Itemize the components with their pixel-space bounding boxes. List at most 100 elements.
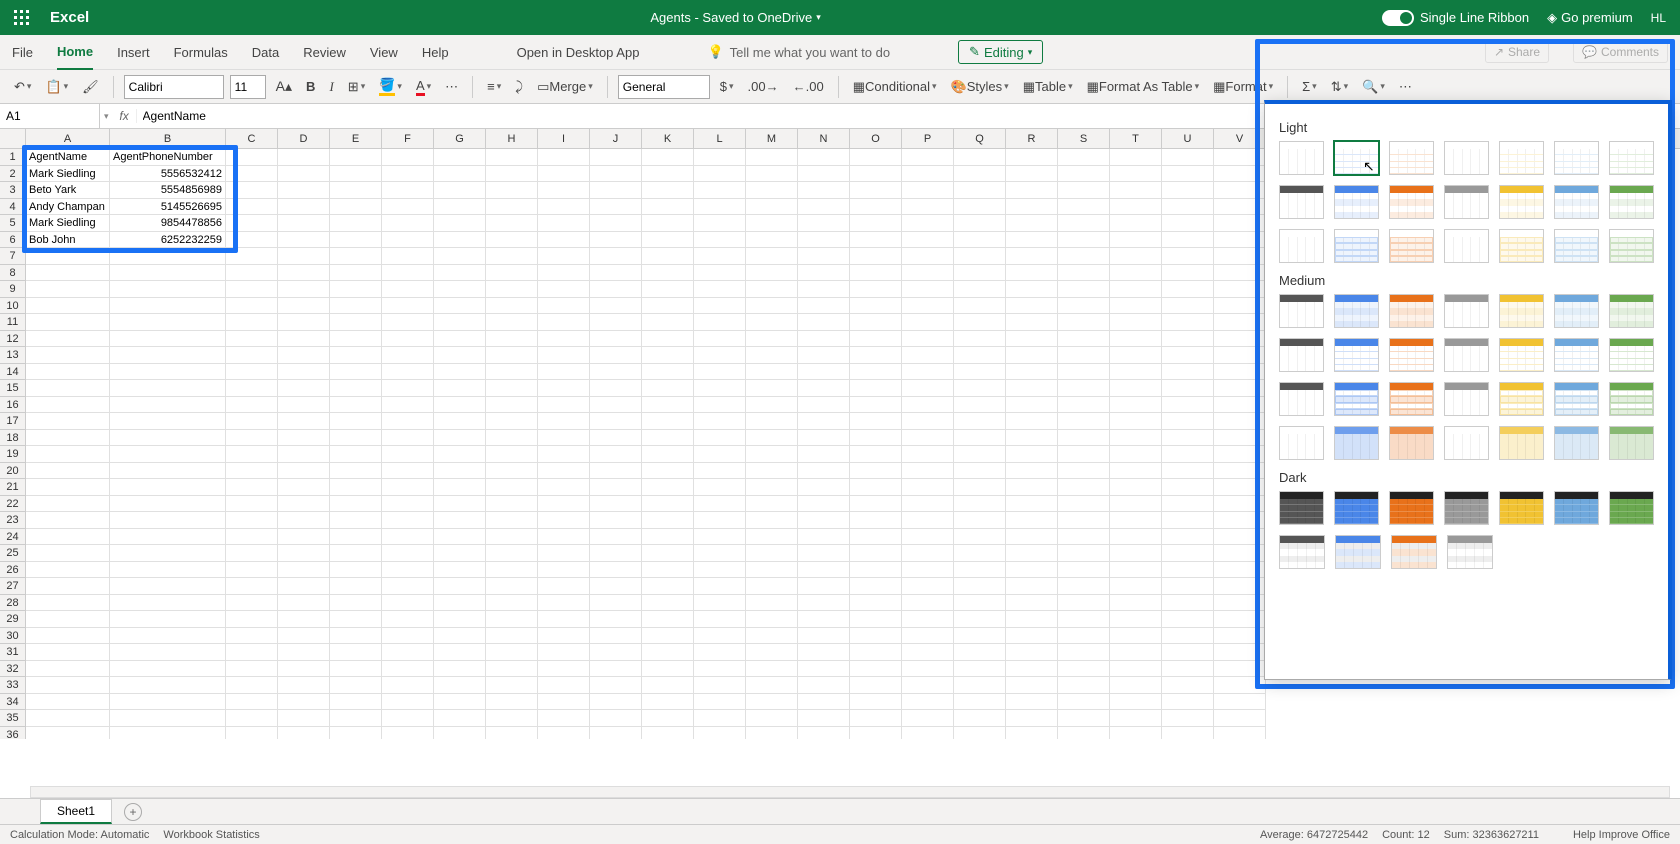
cell-O29[interactable] bbox=[850, 611, 902, 628]
cell-C21[interactable] bbox=[226, 479, 278, 496]
col-header-Q[interactable]: Q bbox=[954, 129, 1006, 148]
cell-C10[interactable] bbox=[226, 298, 278, 315]
table-style-swatch[interactable] bbox=[1609, 338, 1654, 372]
cell-C2[interactable] bbox=[226, 166, 278, 183]
table-style-swatch[interactable] bbox=[1389, 141, 1434, 175]
table-style-swatch[interactable] bbox=[1279, 294, 1324, 328]
cell-N26[interactable] bbox=[798, 562, 850, 579]
cell-J22[interactable] bbox=[590, 496, 642, 513]
cell-A14[interactable] bbox=[26, 364, 110, 381]
cell-V8[interactable] bbox=[1214, 265, 1266, 282]
cell-M6[interactable] bbox=[746, 232, 798, 249]
cell-O8[interactable] bbox=[850, 265, 902, 282]
cell-V4[interactable] bbox=[1214, 199, 1266, 216]
cell-J17[interactable] bbox=[590, 413, 642, 430]
autosum-button[interactable]: Σ▾ bbox=[1298, 74, 1321, 100]
cell-K5[interactable] bbox=[642, 215, 694, 232]
cell-I20[interactable] bbox=[538, 463, 590, 480]
cell-D24[interactable] bbox=[278, 529, 330, 546]
share-button[interactable]: ↗ Share bbox=[1485, 41, 1549, 63]
cell-N16[interactable] bbox=[798, 397, 850, 414]
table-style-swatch[interactable] bbox=[1335, 535, 1381, 569]
cell-R11[interactable] bbox=[1006, 314, 1058, 331]
cell-G4[interactable] bbox=[434, 199, 486, 216]
format-as-table-button[interactable]: ▦ Format As Table▾ bbox=[1083, 74, 1204, 100]
cell-U11[interactable] bbox=[1162, 314, 1214, 331]
row-header-7[interactable]: 7 bbox=[0, 248, 26, 265]
cell-I1[interactable] bbox=[538, 149, 590, 166]
cell-I36[interactable] bbox=[538, 727, 590, 740]
cell-P15[interactable] bbox=[902, 380, 954, 397]
cell-U4[interactable] bbox=[1162, 199, 1214, 216]
cell-L20[interactable] bbox=[694, 463, 746, 480]
cell-K24[interactable] bbox=[642, 529, 694, 546]
row-header-2[interactable]: 2 bbox=[0, 166, 26, 183]
cell-T21[interactable] bbox=[1110, 479, 1162, 496]
cell-I10[interactable] bbox=[538, 298, 590, 315]
row-header-25[interactable]: 25 bbox=[0, 545, 26, 562]
cell-D31[interactable] bbox=[278, 644, 330, 661]
cell-G6[interactable] bbox=[434, 232, 486, 249]
cell-K30[interactable] bbox=[642, 628, 694, 645]
row-header-18[interactable]: 18 bbox=[0, 430, 26, 447]
cell-D32[interactable] bbox=[278, 661, 330, 678]
cell-B11[interactable] bbox=[110, 314, 226, 331]
cell-T36[interactable] bbox=[1110, 727, 1162, 740]
cell-O20[interactable] bbox=[850, 463, 902, 480]
table-style-swatch[interactable] bbox=[1499, 338, 1544, 372]
cell-I6[interactable] bbox=[538, 232, 590, 249]
col-header-T[interactable]: T bbox=[1110, 129, 1162, 148]
cell-J7[interactable] bbox=[590, 248, 642, 265]
cell-O3[interactable] bbox=[850, 182, 902, 199]
cell-P1[interactable] bbox=[902, 149, 954, 166]
cell-L14[interactable] bbox=[694, 364, 746, 381]
open-desktop-button[interactable]: Open in Desktop App bbox=[517, 45, 640, 60]
cell-A10[interactable] bbox=[26, 298, 110, 315]
cell-Q7[interactable] bbox=[954, 248, 1006, 265]
cell-N11[interactable] bbox=[798, 314, 850, 331]
cell-O30[interactable] bbox=[850, 628, 902, 645]
cell-N30[interactable] bbox=[798, 628, 850, 645]
cell-D35[interactable] bbox=[278, 710, 330, 727]
cell-P31[interactable] bbox=[902, 644, 954, 661]
cell-E27[interactable] bbox=[330, 578, 382, 595]
cell-P12[interactable] bbox=[902, 331, 954, 348]
cell-G19[interactable] bbox=[434, 446, 486, 463]
cell-E7[interactable] bbox=[330, 248, 382, 265]
cell-P7[interactable] bbox=[902, 248, 954, 265]
cell-P25[interactable] bbox=[902, 545, 954, 562]
cell-B17[interactable] bbox=[110, 413, 226, 430]
col-header-D[interactable]: D bbox=[278, 129, 330, 148]
cell-T13[interactable] bbox=[1110, 347, 1162, 364]
help-improve-link[interactable]: Help Improve Office bbox=[1573, 829, 1670, 841]
cell-L11[interactable] bbox=[694, 314, 746, 331]
table-style-swatch[interactable] bbox=[1279, 185, 1324, 219]
cell-R2[interactable] bbox=[1006, 166, 1058, 183]
cell-F30[interactable] bbox=[382, 628, 434, 645]
cell-O27[interactable] bbox=[850, 578, 902, 595]
cell-C18[interactable] bbox=[226, 430, 278, 447]
cell-F5[interactable] bbox=[382, 215, 434, 232]
cell-N24[interactable] bbox=[798, 529, 850, 546]
cell-I3[interactable] bbox=[538, 182, 590, 199]
cell-N34[interactable] bbox=[798, 694, 850, 711]
font-name-input[interactable] bbox=[124, 75, 224, 99]
table-style-swatch[interactable] bbox=[1444, 338, 1489, 372]
cell-L10[interactable] bbox=[694, 298, 746, 315]
row-header-13[interactable]: 13 bbox=[0, 347, 26, 364]
cell-P28[interactable] bbox=[902, 595, 954, 612]
cell-S26[interactable] bbox=[1058, 562, 1110, 579]
row-header-14[interactable]: 14 bbox=[0, 364, 26, 381]
cell-C9[interactable] bbox=[226, 281, 278, 298]
cell-S10[interactable] bbox=[1058, 298, 1110, 315]
cell-J16[interactable] bbox=[590, 397, 642, 414]
cell-N31[interactable] bbox=[798, 644, 850, 661]
cell-F8[interactable] bbox=[382, 265, 434, 282]
tab-review[interactable]: Review bbox=[303, 35, 346, 70]
cell-J21[interactable] bbox=[590, 479, 642, 496]
table-style-swatch[interactable] bbox=[1554, 229, 1599, 263]
col-header-L[interactable]: L bbox=[694, 129, 746, 148]
cell-K17[interactable] bbox=[642, 413, 694, 430]
cell-O14[interactable] bbox=[850, 364, 902, 381]
cell-C19[interactable] bbox=[226, 446, 278, 463]
